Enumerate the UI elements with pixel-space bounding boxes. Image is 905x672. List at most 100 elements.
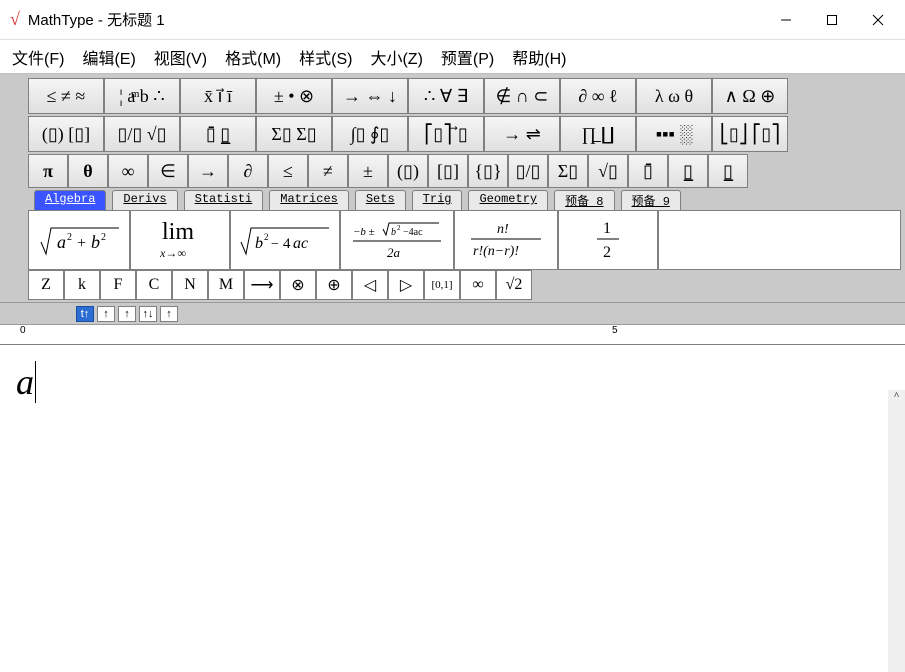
svg-text:b: b	[391, 227, 396, 238]
sym-infty2[interactable]: ∞	[460, 270, 496, 300]
palette-embellish[interactable]: x̄ i⃗ ī	[180, 78, 256, 114]
tab-matrices[interactable]: Matrices	[269, 190, 349, 210]
sym-neq[interactable]: ≠	[308, 154, 348, 188]
sym-theta[interactable]: θ	[68, 154, 108, 188]
bb-k[interactable]: k	[64, 270, 100, 300]
palette-row-1: ≤ ≠ ≈ ¦ aͫ b ∴ x̄ i⃗ ī ± • ⊗ → ⇔ ↓ ∴ ∀ ∃…	[4, 78, 901, 114]
sym-in[interactable]: ∈	[148, 154, 188, 188]
palette-logic[interactable]: ∴ ∀ ∃	[408, 78, 484, 114]
ruler[interactable]: 0 5	[0, 325, 905, 345]
tabstop-3[interactable]: ↑	[118, 306, 136, 322]
svg-text:ac: ac	[293, 235, 308, 252]
tab-sets[interactable]: Sets	[355, 190, 406, 210]
menu-help[interactable]: 帮助(H)	[506, 41, 572, 73]
sym-under1[interactable]: ▯̲	[668, 154, 708, 188]
menu-preset[interactable]: 预置(P)	[435, 41, 500, 73]
vertical-scrollbar[interactable]: ˄	[888, 390, 905, 672]
sym-overbar[interactable]: ▯̄	[628, 154, 668, 188]
tab-statistics[interactable]: Statisti	[184, 190, 264, 210]
tab-custom-8[interactable]: 预备 8	[554, 190, 614, 210]
palette-arrows[interactable]: → ⇔ ↓	[332, 78, 408, 114]
menu-format[interactable]: 格式(M)	[219, 41, 287, 73]
sym-frac[interactable]: ▯/▯	[508, 154, 548, 188]
sym-sqrt[interactable]: √▯	[588, 154, 628, 188]
tmpl-bars[interactable]: ⎡▯⎤ ⃗▯	[408, 116, 484, 152]
sym-under2[interactable]: ▯̲	[708, 154, 748, 188]
minimize-button[interactable]	[763, 1, 809, 39]
bb-z[interactable]: Z	[28, 270, 64, 300]
svg-text:2: 2	[397, 224, 401, 232]
sym-sigma[interactable]: Σ▯	[548, 154, 588, 188]
svg-text:+: +	[77, 235, 86, 252]
tmpl-sqrt-a2b2[interactable]: a 2 + b 2	[28, 210, 130, 270]
tmpl-fractions[interactable]: ▯/▯ √▯	[104, 116, 180, 152]
menu-view[interactable]: 视图(V)	[148, 41, 213, 73]
palette-greek-lc[interactable]: λ ω θ	[636, 78, 712, 114]
frak-n[interactable]: N	[172, 270, 208, 300]
tmpl-products[interactable]: ∏̲ ∐	[560, 116, 636, 152]
ruler-tick-0: 0	[20, 325, 26, 336]
tmpl-boxes[interactable]: ⎣▯⎦ ⎡▯⎤	[712, 116, 788, 152]
palette-relational[interactable]: ≤ ≠ ≈	[28, 78, 104, 114]
sym-interval[interactable]: [0,1]	[424, 270, 460, 300]
tmpl-limit[interactable]: lim x→∞	[130, 210, 230, 270]
sym-bracket[interactable]: [▯]	[428, 154, 468, 188]
sym-tri-l[interactable]: ◁	[352, 270, 388, 300]
tmpl-npr[interactable]: n! r!(n−r)!	[454, 210, 558, 270]
sym-pm[interactable]: ±	[348, 154, 388, 188]
bb-f[interactable]: F	[100, 270, 136, 300]
sym-leq[interactable]: ≤	[268, 154, 308, 188]
menu-edit[interactable]: 编辑(E)	[76, 41, 141, 73]
tab-algebra[interactable]: Algebra	[34, 190, 106, 210]
sym-oplus[interactable]: ⊕	[316, 270, 352, 300]
long-arrow[interactable]: ⟶	[244, 270, 280, 300]
palette-settheory[interactable]: ∉ ∩ ⊂	[484, 78, 560, 114]
palette-spaces[interactable]: ¦ aͫ b ∴	[104, 78, 180, 114]
window-title: MathType - 无标题 1	[28, 9, 165, 30]
tmpl-subsup[interactable]: ▯̄ ▯̲	[180, 116, 256, 152]
tmpl-integrals[interactable]: ∫▯ ∮▯	[332, 116, 408, 152]
tab-geometry[interactable]: Geometry	[468, 190, 548, 210]
tab-custom-9[interactable]: 预备 9	[621, 190, 681, 210]
tmpl-fences[interactable]: (▯) [▯]	[28, 116, 104, 152]
sym-paren[interactable]: (▯)	[388, 154, 428, 188]
sym-pi[interactable]: π	[28, 154, 68, 188]
palette-row-2: (▯) [▯] ▯/▯ √▯ ▯̄ ▯̲ Σ▯ Σ▯ ∫▯ ∮▯ ⎡▯⎤ ⃗▯ …	[4, 116, 901, 152]
tabstop-2[interactable]: ↑	[97, 306, 115, 322]
menu-style[interactable]: 样式(S)	[293, 41, 358, 73]
frak-m[interactable]: M	[208, 270, 244, 300]
bb-c[interactable]: C	[136, 270, 172, 300]
sym-tri-r[interactable]: ▷	[388, 270, 424, 300]
palette-misc[interactable]: ∂ ∞ ℓ	[560, 78, 636, 114]
tmpl-matrices[interactable]: ▪▪▪ ░	[636, 116, 712, 152]
tmpl-labarrows[interactable]: → ⇌	[484, 116, 560, 152]
sym-arrow[interactable]: →	[188, 154, 228, 188]
svg-text:a: a	[57, 232, 66, 252]
tmpl-sqrt-discriminant[interactable]: b 2 − 4 ac	[230, 210, 340, 270]
sym-partial[interactable]: ∂	[228, 154, 268, 188]
tmpl-sums[interactable]: Σ▯ Σ▯	[256, 116, 332, 152]
sym-brace[interactable]: {▯}	[468, 154, 508, 188]
menu-file[interactable]: 文件(F)	[6, 41, 70, 73]
svg-text:x→∞: x→∞	[159, 246, 186, 260]
sym-otimes[interactable]: ⊗	[280, 270, 316, 300]
equation-editor[interactable]: a	[0, 345, 905, 605]
tmpl-quadratic-formula[interactable]: −b ± b2 −4ac 2a	[340, 210, 454, 270]
palette-operators[interactable]: ± • ⊗	[256, 78, 332, 114]
palette-greek-uc[interactable]: ∧ Ω ⊕	[712, 78, 788, 114]
menu-size[interactable]: 大小(Z)	[364, 41, 428, 73]
maximize-button[interactable]	[809, 1, 855, 39]
scroll-up-icon[interactable]: ˄	[888, 390, 905, 407]
tmpl-one-half[interactable]: 1 2	[558, 210, 658, 270]
tabstop-1[interactable]: t↑	[76, 306, 94, 322]
tab-trig[interactable]: Trig	[412, 190, 463, 210]
tabstop-5[interactable]: ↑	[160, 306, 178, 322]
sym-infty[interactable]: ∞	[108, 154, 148, 188]
tmpl-empty-slot[interactable]	[658, 210, 901, 270]
tabstop-4[interactable]: ↑↓	[139, 306, 157, 322]
tab-derivs[interactable]: Derivs	[112, 190, 177, 210]
svg-text:n!: n!	[497, 222, 509, 237]
close-button[interactable]	[855, 1, 901, 39]
sym-sqrt2[interactable]: √2	[496, 270, 532, 300]
svg-text:−4ac: −4ac	[403, 227, 423, 238]
